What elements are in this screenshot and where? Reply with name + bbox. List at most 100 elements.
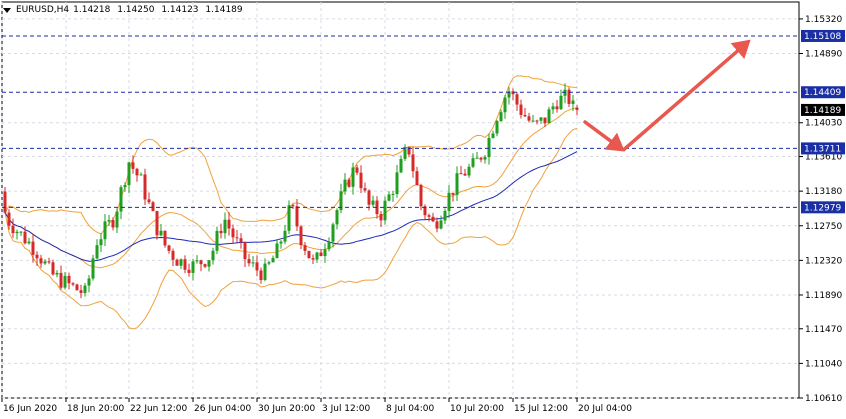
bear-candle — [167, 245, 171, 251]
bear-candle — [435, 221, 439, 229]
bear-candle — [575, 107, 579, 110]
bull-candle — [211, 250, 215, 261]
bull-candle — [343, 179, 347, 192]
time-tick-label: 16 Jun 2020 — [3, 404, 57, 414]
bull-candle — [447, 192, 451, 211]
bull-candle — [499, 112, 503, 122]
price-tick-label: 1.14890 — [805, 50, 842, 60]
bull-candle — [191, 261, 195, 273]
price-tick-label: 1.12750 — [805, 222, 842, 232]
bear-candle — [7, 212, 11, 226]
bull-candle — [391, 194, 395, 196]
bear-candle — [151, 202, 155, 212]
bull-candle — [387, 194, 391, 201]
bull-candle — [471, 158, 475, 167]
bull-candle — [399, 158, 403, 173]
ohlc-values: 1.14218 1.14250 1.14123 1.14189 — [73, 5, 247, 15]
bear-candle — [347, 179, 351, 187]
bull-candle — [179, 259, 183, 266]
bull-candle — [287, 205, 291, 231]
bear-candle — [303, 245, 307, 251]
bull-candle — [483, 157, 487, 160]
bear-candle — [459, 173, 463, 175]
bear-candle — [415, 171, 419, 186]
bear-candle — [451, 192, 455, 195]
bull-candle — [467, 166, 471, 176]
bull-candle — [563, 89, 567, 96]
bear-candle — [479, 157, 483, 160]
bull-candle — [547, 109, 551, 124]
bull-candle — [263, 263, 267, 281]
bear-candle — [143, 174, 147, 200]
price-tick-label: 1.10610 — [805, 394, 842, 404]
bull-candle — [159, 230, 163, 236]
bear-candle — [171, 250, 175, 260]
bear-candle — [79, 290, 83, 294]
bull-candle — [223, 219, 227, 234]
bull-candle — [207, 260, 211, 267]
bull-candle — [43, 261, 47, 264]
bear-candle — [427, 215, 431, 217]
bull-candle — [283, 230, 287, 242]
bull-candle — [215, 230, 219, 251]
bear-candle — [291, 205, 295, 207]
bear-candle — [231, 228, 235, 238]
bull-candle — [551, 106, 555, 110]
bear-candle — [243, 242, 247, 260]
symbol-label: EURUSD,H4 — [16, 5, 70, 15]
bull-candle — [371, 200, 375, 205]
chart-header: EURUSD,H4 1.14218 1.14250 1.14123 1.1418… — [3, 3, 247, 17]
bull-candle — [87, 278, 91, 286]
bull-candle — [195, 260, 199, 262]
time-tick-label: 30 Jun 20:00 — [258, 404, 315, 414]
bear-candle — [359, 172, 363, 189]
bull-candle — [323, 249, 327, 257]
bear-candle — [319, 252, 323, 257]
bear-candle — [535, 120, 539, 122]
bull-candle — [503, 97, 507, 113]
bear-candle — [379, 214, 383, 221]
bear-candle — [67, 275, 71, 284]
bull-candle — [15, 231, 19, 234]
bull-candle — [383, 200, 387, 221]
bull-candle — [571, 100, 575, 104]
bear-candle — [203, 264, 207, 267]
bull-candle — [455, 173, 459, 195]
open-value: 1.14218 — [73, 5, 111, 15]
bear-candle — [255, 262, 259, 271]
price-tick-label: 1.14030 — [805, 119, 842, 129]
bear-candle — [163, 230, 167, 246]
bear-candle — [51, 262, 55, 275]
time-tick-label: 26 Jun 04:00 — [194, 404, 251, 414]
bull-candle — [27, 241, 31, 244]
bear-candle — [363, 188, 367, 191]
bull-candle — [251, 262, 255, 264]
level-label: 1.13711 — [804, 144, 841, 154]
bear-candle — [175, 259, 179, 266]
bull-candle — [439, 220, 443, 229]
bull-candle — [475, 157, 479, 159]
bear-candle — [187, 269, 191, 273]
bull-candle — [123, 185, 127, 188]
price-tick-label: 1.13180 — [805, 187, 842, 197]
dropdown-triangle-icon[interactable] — [3, 7, 11, 13]
bull-candle — [495, 121, 499, 134]
bear-candle — [295, 206, 299, 227]
bear-candle — [35, 254, 39, 259]
time-tick-label: 18 Jun 20:00 — [67, 404, 124, 414]
chart-window[interactable]: 1.15320 1.14890 1.14030 1.13610 1.13180 1.127… — [0, 0, 846, 419]
bear-candle — [219, 230, 223, 234]
bear-candle — [411, 154, 415, 172]
bull-candle — [119, 187, 123, 212]
price-tick-label: 1.11040 — [805, 359, 842, 369]
price-chart[interactable]: 1.153201.148901.140301.136101.131801.127… — [0, 0, 846, 419]
bear-candle — [135, 168, 139, 176]
bull-candle — [115, 211, 119, 228]
time-tick-label: 10 Jul 20:00 — [450, 404, 504, 414]
bear-candle — [311, 258, 315, 260]
level-label: 1.12979 — [804, 203, 841, 213]
bull-candle — [487, 137, 491, 158]
bull-candle — [443, 210, 447, 221]
bear-candle — [183, 259, 187, 270]
bull-candle — [335, 210, 339, 225]
